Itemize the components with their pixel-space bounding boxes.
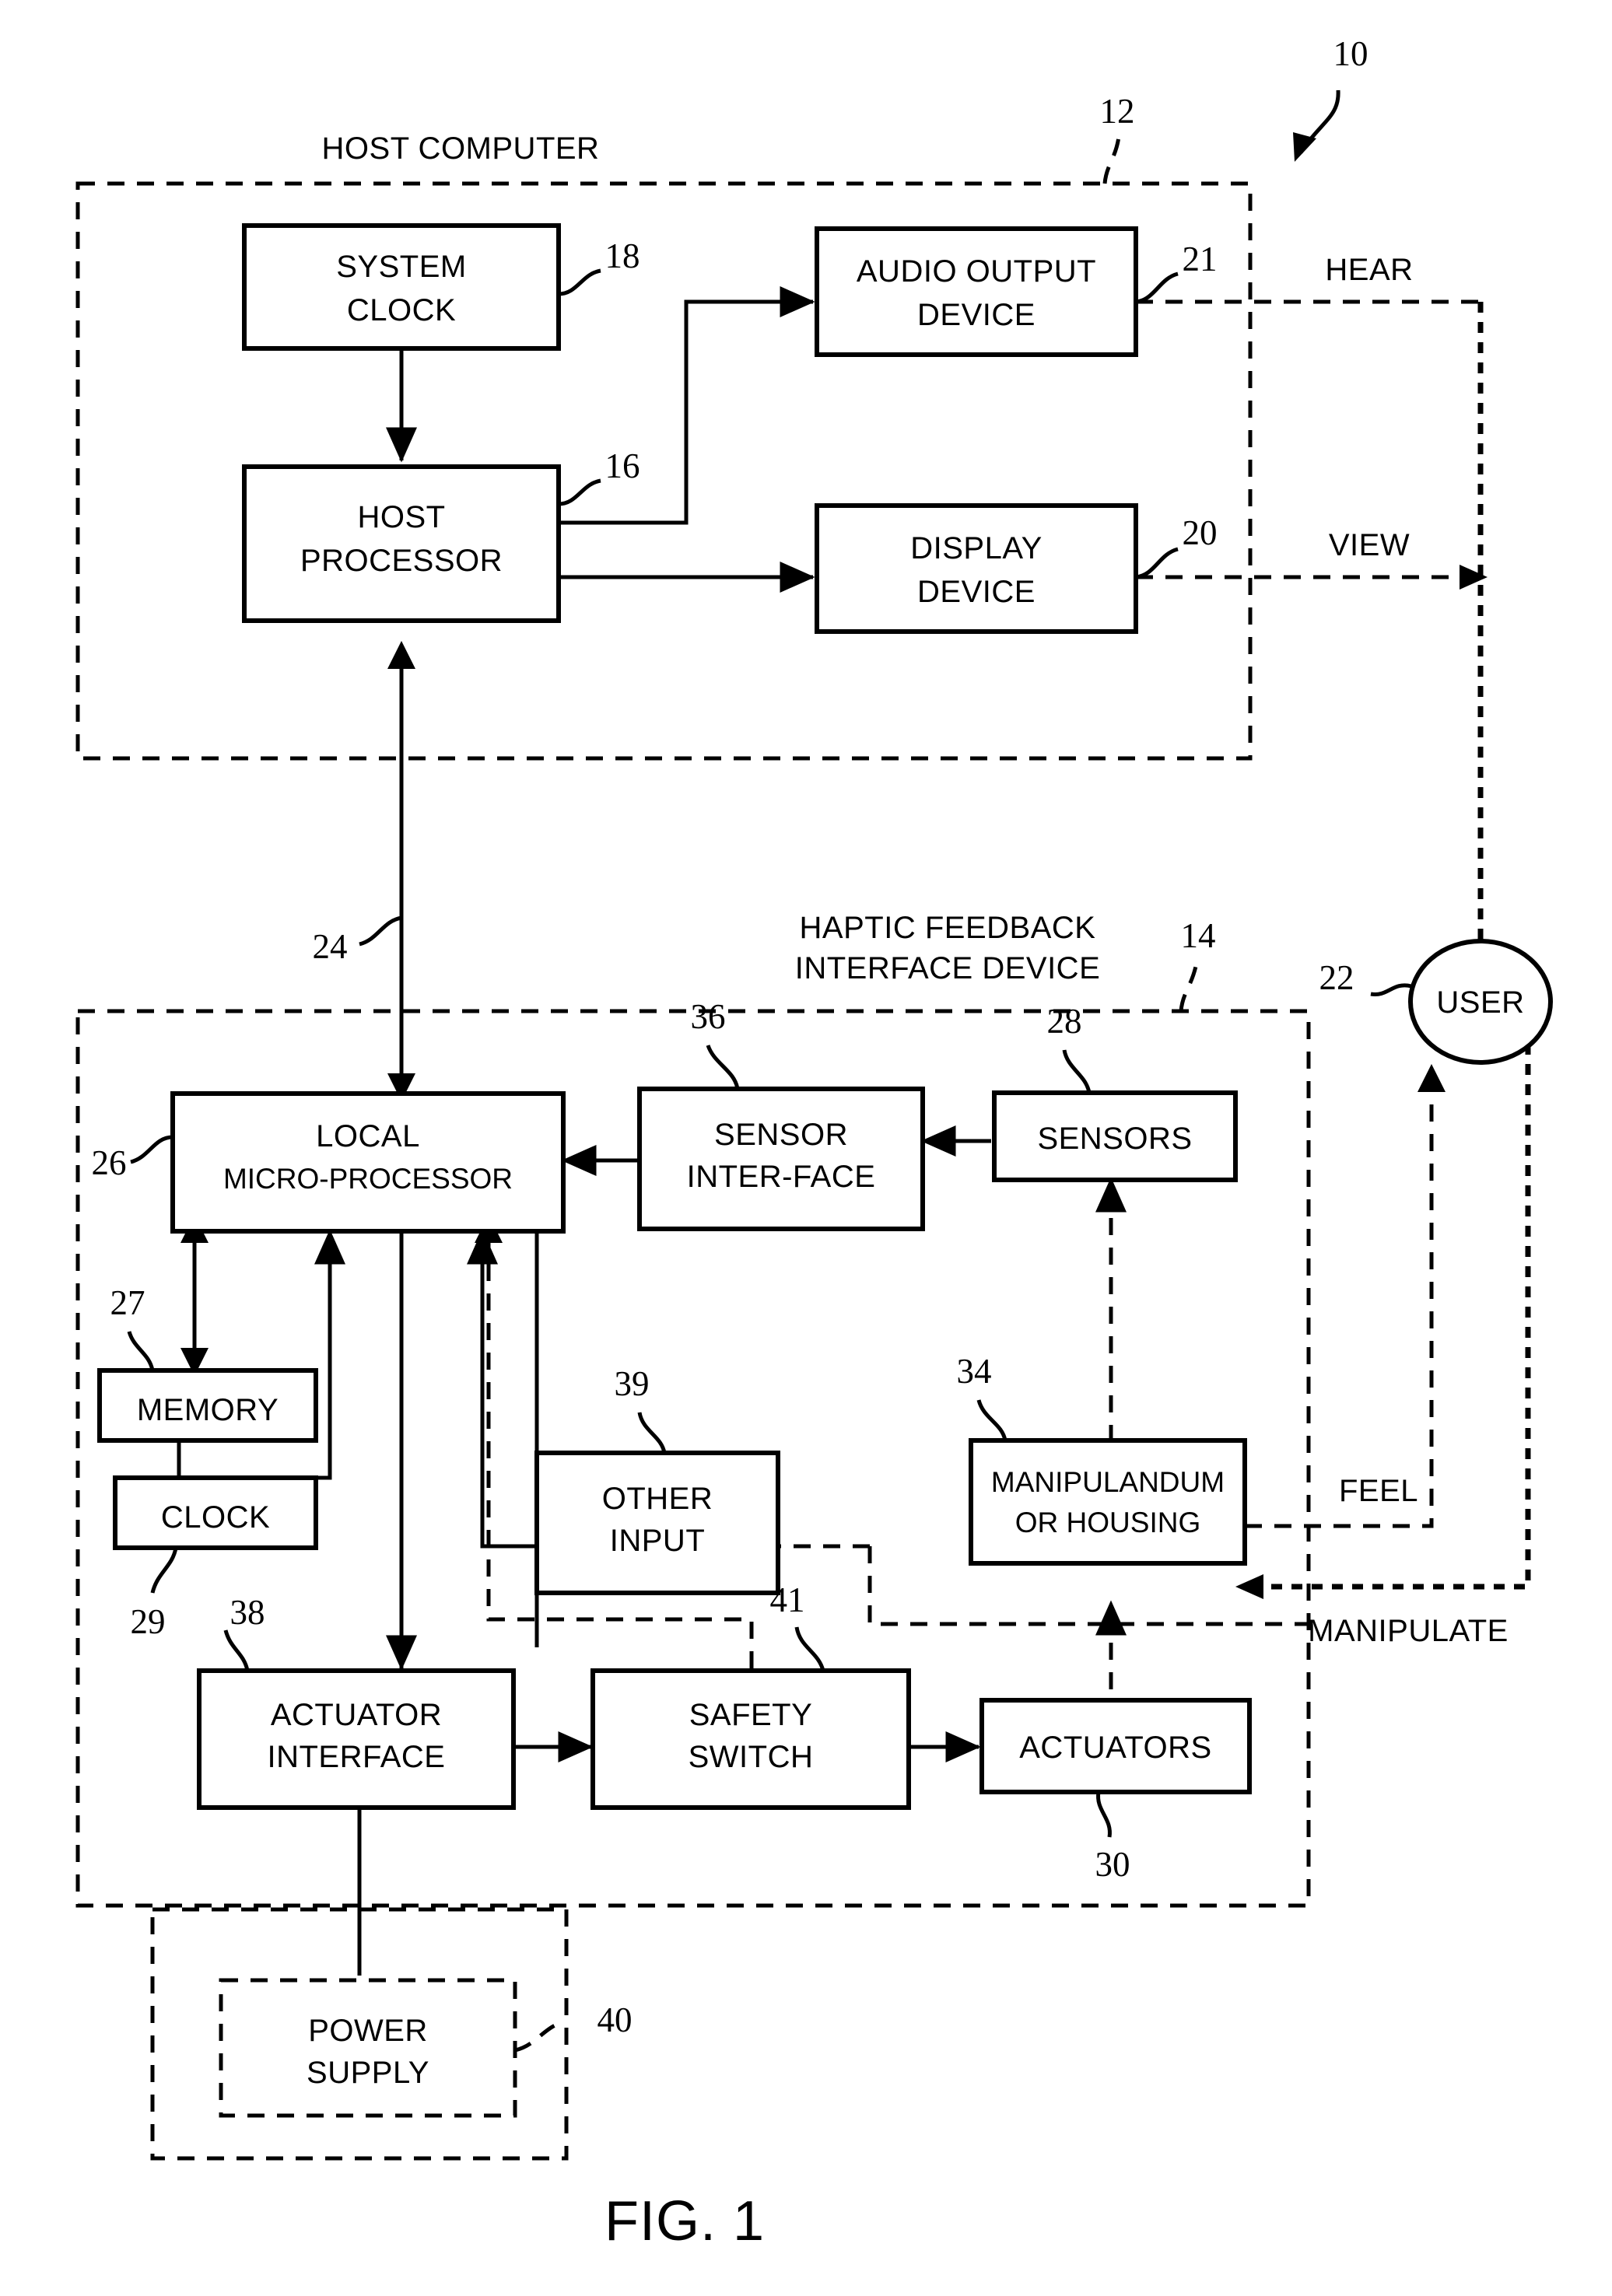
ref-12: 12 [1100, 92, 1135, 131]
block-safety-switch[interactable]: SAFETY SWITCH 41 [590, 1580, 911, 1810]
block-manipulandum[interactable]: MANIPULANDUM OR HOUSING 34 [957, 1352, 1247, 1566]
patent-figure: SYSTEM CLOCK 18 HOST PROCESSOR 16 AUDIO … [0, 0, 1612, 2296]
block-actuators[interactable]: ACTUATORS 30 [979, 1698, 1252, 1884]
ref-40: 40 [597, 2000, 633, 2039]
label-manipulate: MANIPULATE [1308, 1614, 1509, 1648]
haptic-device-label-2: INTERFACE DEVICE [795, 951, 1101, 985]
block-clock[interactable]: CLOCK 29 [113, 1475, 318, 1641]
ref-14: 14 [1181, 916, 1216, 955]
block-label-line1: HOST [357, 500, 445, 534]
ref-28: 28 [1047, 1002, 1082, 1041]
ref-36: 36 [691, 997, 726, 1036]
haptic-device-label-1: HAPTIC FEEDBACK [800, 911, 1096, 945]
label-hear: HEAR [1325, 253, 1413, 287]
block-display-device[interactable]: DISPLAY DEVICE 20 [815, 503, 1218, 634]
group-title-haptic-device: HAPTIC FEEDBACK INTERFACE DEVICE 14 [795, 911, 1216, 1012]
block-user[interactable]: USER 22 [1319, 939, 1553, 1065]
block-label-line1: CLOCK [161, 1500, 270, 1535]
ref-29: 29 [131, 1602, 166, 1641]
ref-38: 38 [230, 1593, 265, 1632]
bus-ref-24: 24 [313, 915, 402, 966]
ref-18: 18 [605, 236, 640, 275]
block-label-line2: DEVICE [917, 298, 1036, 332]
ref-27: 27 [110, 1283, 145, 1322]
block-label-line1: SENSOR [714, 1118, 848, 1152]
ref-20: 20 [1183, 513, 1218, 552]
ref-21: 21 [1183, 240, 1218, 278]
block-label-line2: INTERFACE [268, 1740, 446, 1774]
block-label-line2: CLOCK [347, 293, 456, 327]
block-audio-output-device[interactable]: AUDIO OUTPUT DEVICE 21 [815, 226, 1218, 357]
block-memory[interactable]: MEMORY 27 [97, 1283, 318, 1443]
block-label-line2: MICRO-PROCESSOR [223, 1163, 513, 1195]
label-feel: FEEL [1339, 1474, 1418, 1508]
block-label-line1: OTHER [602, 1482, 713, 1516]
block-label-line1: ACTUATOR [271, 1698, 442, 1732]
ref-22: 22 [1319, 958, 1354, 997]
figure-caption: FIG. 1 [604, 2190, 765, 2252]
system-ref-10: 10 [1293, 34, 1368, 162]
block-system-clock[interactable]: SYSTEM CLOCK 18 [242, 223, 640, 351]
block-label-line1: MANIPULANDUM [991, 1466, 1225, 1498]
block-actuator-interface[interactable]: ACTUATOR INTERFACE 38 [197, 1593, 516, 1810]
label-view: VIEW [1329, 528, 1410, 562]
group-title-host-computer: HOST COMPUTER 12 [322, 92, 1135, 184]
block-label-line2: SWITCH [689, 1740, 814, 1774]
block-other-input[interactable]: OTHER INPUT 39 [534, 1364, 780, 1595]
block-label-line1: DISPLAY [910, 531, 1043, 565]
block-label-line2: INPUT [610, 1524, 706, 1558]
block-label-line1: MEMORY [137, 1393, 279, 1427]
block-label-line1: LOCAL [316, 1119, 420, 1153]
block-label-line2: OR HOUSING [1015, 1507, 1200, 1538]
ref-34: 34 [957, 1352, 992, 1391]
ref-30: 30 [1095, 1845, 1130, 1884]
block-local-microprocessor[interactable]: LOCAL MICRO-PROCESSOR 26 [92, 1091, 566, 1234]
block-label-line1: AUDIO OUTPUT [857, 254, 1096, 289]
ref-16: 16 [605, 446, 640, 485]
block-label-line1: ACTUATORS [1019, 1731, 1212, 1765]
block-label-line1: SAFETY [689, 1698, 813, 1732]
block-label-line2: PROCESSOR [300, 544, 503, 578]
block-host-processor[interactable]: HOST PROCESSOR 16 [242, 446, 640, 623]
block-label-line2: INTER-FACE [687, 1160, 876, 1194]
block-sensors[interactable]: SENSORS 28 [992, 1002, 1238, 1182]
block-label-line1: SENSORS [1037, 1122, 1192, 1156]
block-label-line2: DEVICE [917, 575, 1036, 609]
ref-10: 10 [1333, 34, 1368, 73]
ref-26: 26 [92, 1143, 127, 1182]
block-sensor-interface[interactable]: SENSOR INTER-FACE 36 [637, 997, 925, 1231]
block-label-line1: SYSTEM [336, 250, 466, 284]
ref-39: 39 [615, 1364, 650, 1403]
ref-24: 24 [313, 927, 348, 966]
block-label-line1: POWER [308, 2014, 428, 2048]
block-label-line2: SUPPLY [307, 2056, 429, 2090]
block-power-supply[interactable]: POWER SUPPLY 40 [219, 1978, 633, 2118]
host-computer-label: HOST COMPUTER [322, 131, 600, 166]
block-label-line1: USER [1436, 985, 1524, 1020]
ref-41: 41 [770, 1580, 805, 1619]
